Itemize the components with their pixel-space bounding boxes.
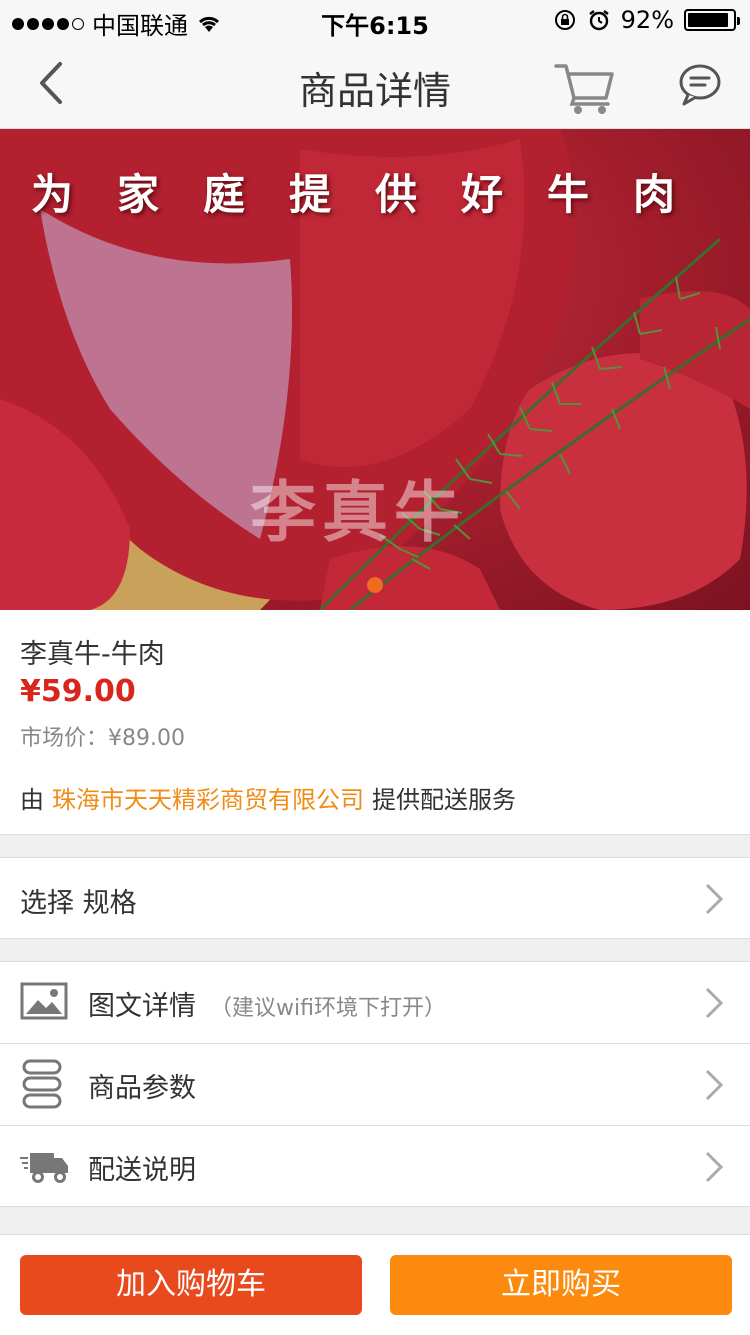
select-spec-row[interactable]: 选择 规格 <box>0 857 750 939</box>
chevron-right-icon <box>705 1069 724 1101</box>
cart-button[interactable] <box>552 60 618 116</box>
wifi-hint: （建议wifi环境下打开） <box>210 996 446 1021</box>
vendor-prefix: 由 <box>20 786 44 814</box>
detail-row-params[interactable]: 商品参数 <box>0 1044 750 1125</box>
chat-bubble-icon <box>679 64 721 106</box>
detail-row-label: 图文详情 （建议wifi环境下打开） <box>88 984 446 1023</box>
chevron-right-icon <box>705 883 724 915</box>
chevron-right-icon <box>705 987 724 1019</box>
vendor-suffix: 提供配送服务 <box>372 786 516 814</box>
rotation-lock-icon <box>554 10 575 30</box>
status-icons: 92% <box>553 6 740 34</box>
alarm-icon <box>588 10 609 31</box>
banner-slogan: 为家庭提供好牛肉 <box>30 170 719 219</box>
bottom-action-bar: 加入购物车 立即购买 <box>0 1234 750 1335</box>
graphic-detail-label: 图文详情 <box>88 991 196 1022</box>
list-icon <box>22 1059 62 1109</box>
brand-watermark: 李真牛 <box>250 474 466 551</box>
select-spec-label: 选择 规格 <box>20 888 137 919</box>
product-name: 李真牛-牛肉 <box>20 639 165 670</box>
market-price-value: ¥89.00 <box>108 726 185 751</box>
market-price-label: 市场价： <box>20 726 109 751</box>
truck-icon <box>20 1153 68 1183</box>
product-price: ¥59.00 <box>20 674 136 709</box>
detail-row-delivery[interactable]: 配送说明 <box>0 1126 750 1207</box>
product-info: 李真牛-牛肉 ¥59.00 市场价：¥89.00 由珠海市天天精彩商贸有限公司提… <box>0 610 750 835</box>
status-bar: 中国联通 下午6:15 92% <box>0 0 750 40</box>
vendor-company-link[interactable]: 珠海市天天精彩商贸有限公司 <box>52 786 364 814</box>
add-to-cart-button[interactable]: 加入购物车 <box>20 1255 362 1315</box>
message-button[interactable] <box>676 62 724 108</box>
chevron-right-icon <box>705 1151 724 1183</box>
image-icon <box>20 982 68 1020</box>
page-title: 商品详情 <box>298 69 451 113</box>
delivery-label: 配送说明 <box>88 1155 196 1186</box>
nav-bar: 商品详情 <box>0 40 750 129</box>
product-image-carousel[interactable]: 为家庭提供好牛肉 李真牛 <box>0 129 750 610</box>
vendor-line: 由珠海市天天精彩商贸有限公司 提供配送服务 <box>20 780 516 815</box>
market-price: 市场价：¥89.00 <box>20 720 185 752</box>
params-label: 商品参数 <box>88 1073 196 1104</box>
battery-icon <box>684 9 740 31</box>
buy-now-button[interactable]: 立即购买 <box>390 1255 732 1315</box>
detail-row-graphic[interactable]: 图文详情 （建议wifi环境下打开） <box>0 962 750 1043</box>
battery-percent: 92% <box>620 6 674 34</box>
cart-icon <box>554 64 614 114</box>
carousel-indicator <box>367 577 383 593</box>
